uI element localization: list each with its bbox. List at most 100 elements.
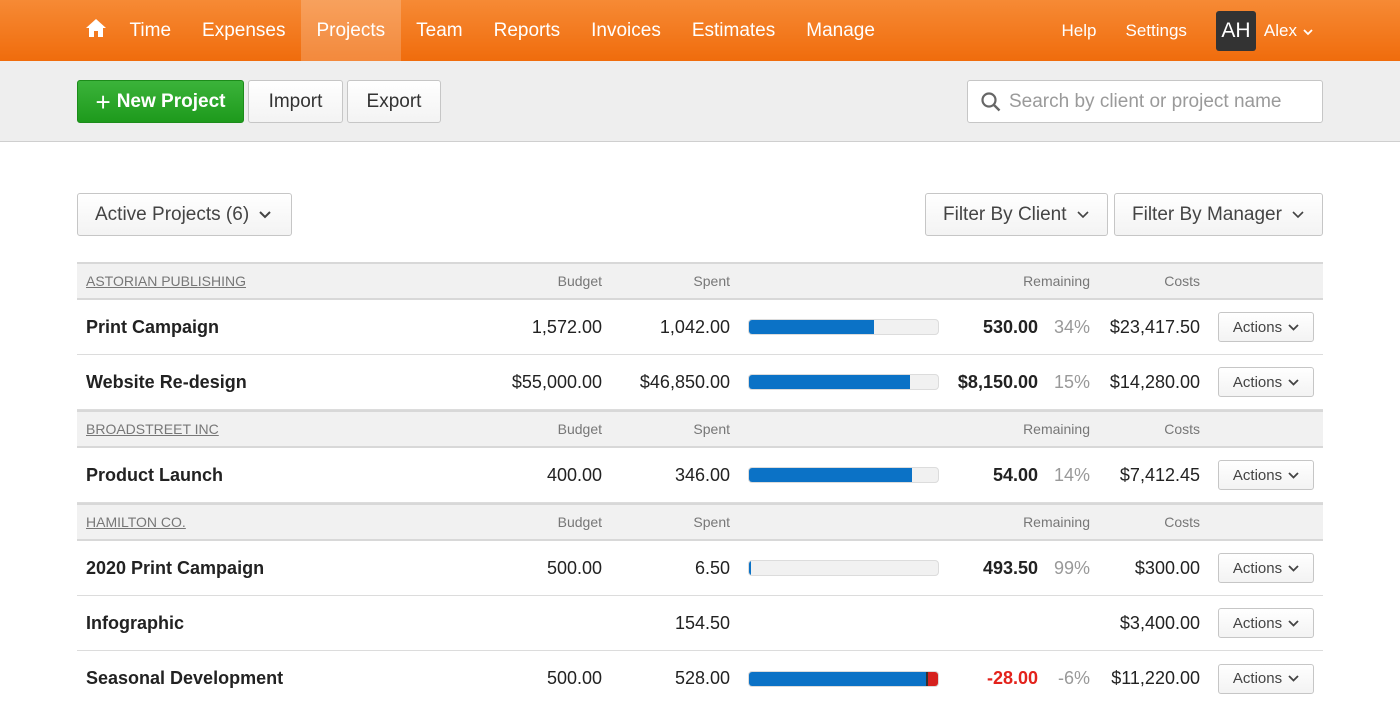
remaining-value: $8,150.00 [957,371,1038,392]
over-budget-fill [927,671,938,686]
project-row: Infographic 154.50 $3,400.00 Actions [77,596,1323,651]
client-link[interactable]: BROADSTREET INC [86,421,219,437]
settings-link[interactable]: Settings [1125,21,1186,41]
spent-column-header: Spent [693,273,730,289]
actions-dropdown[interactable]: Actions [1218,460,1314,490]
chevron-down-icon [1076,210,1089,219]
budget-column-header: Budget [557,514,602,530]
chevron-down-icon [1288,471,1299,479]
remaining-column-header: Remaining [1023,421,1090,437]
new-project-label: New Project [116,90,226,112]
remaining-percent: -6% [1057,668,1090,688]
actions-label: Actions [1232,373,1283,391]
export-button[interactable]: Export [347,80,441,123]
project-name[interactable]: Product Launch [86,465,223,486]
budget-progress-bar [748,560,939,576]
spent-value: 346.00 [674,464,730,485]
filter-by-manager-label: Filter By Manager [1132,203,1282,225]
filter-by-client-dropdown[interactable]: Filter By Client [925,193,1108,236]
budget-progress-bar [748,319,939,335]
actions-label: Actions [1232,318,1283,336]
remaining-column-header: Remaining [1023,273,1090,289]
budget-column-header: Budget [557,273,602,289]
budget-marker [926,671,929,686]
budget-progress-bar [748,670,939,687]
user-menu[interactable]: Alex [1264,21,1313,41]
import-button[interactable]: Import [248,80,343,123]
project-name[interactable]: Seasonal Development [86,668,283,689]
search-input[interactable] [1009,90,1299,113]
project-row: Product Launch 400.00 346.00 54.00 14% $7,412… [77,448,1323,503]
client-link[interactable]: HAMILTON CO. [86,514,186,530]
budget-value: 500.00 [546,668,602,688]
main-nav: Time Expenses Projects Team Reports Invoices E… [78,0,890,61]
progress-bar-fill [749,375,910,389]
avatar[interactable]: AH [1215,10,1256,51]
remaining-percent: 15% [1053,371,1090,392]
costs-column-header: Costs [1164,273,1200,289]
top-navigation: Time Expenses Projects Team Reports Invoices E… [0,0,1400,61]
costs-value: $7,412.45 [1119,464,1200,485]
actions-dropdown[interactable]: Actions [1218,367,1314,397]
costs-value: $3,400.00 [1119,612,1200,633]
progress-bar-fill [749,320,874,334]
spent-value: 154.50 [674,612,730,633]
spent-value: $46,850.00 [639,371,730,392]
actions-dropdown[interactable]: Actions [1218,608,1314,638]
client-group-header: HAMILTON CO. Budget Spent Remaining Costs [77,503,1323,541]
chevron-down-icon [1288,323,1299,331]
user-nav: Help Settings AH Alex [1062,0,1400,61]
nav-item-manage[interactable]: Manage [791,0,891,61]
projects-table: ASTORIAN PUBLISHING Budget Spent Remaining C… [77,262,1323,706]
nav-item-estimates[interactable]: Estimates [676,0,790,61]
nav-item-expenses[interactable]: Expenses [187,0,301,61]
new-project-button[interactable]: + New Project [77,80,244,123]
actions-dropdown[interactable]: Actions [1218,312,1314,342]
nav-item-team[interactable]: Team [401,0,478,61]
actions-label: Actions [1232,559,1283,577]
nav-item-reports[interactable]: Reports [478,0,576,61]
active-projects-label: Active Projects (6) [95,203,250,225]
progress-bar-fill [749,671,928,686]
filter-by-manager-dropdown[interactable]: Filter By Manager [1114,193,1323,236]
nav-item-time[interactable]: Time [114,0,187,61]
project-name[interactable]: 2020 Print Campaign [86,558,264,579]
nav-item-projects[interactable]: Projects [300,0,401,61]
project-row: Website Re-design $55,000.00 $46,850.00 $8,… [77,355,1323,410]
remaining-value: 493.50 [982,557,1038,578]
project-name[interactable]: Print Campaign [86,317,219,338]
costs-value: $11,220.00 [1111,668,1200,688]
actions-label: Actions [1232,670,1283,687]
toolbar: + New Project Import Export [0,61,1400,142]
actions-dropdown[interactable]: Actions [1218,663,1314,694]
filter-by-client-label: Filter By Client [943,203,1067,225]
active-projects-dropdown[interactable]: Active Projects (6) [77,193,292,236]
spent-value: 1,042.00 [659,316,730,337]
chevron-down-icon [1288,619,1299,627]
nav-item-invoices[interactable]: Invoices [576,0,677,61]
budget-value: 1,572.00 [531,316,602,337]
client-group-header: ASTORIAN PUBLISHING Budget Spent Remaining C… [77,262,1323,300]
chevron-down-icon [1288,378,1299,386]
search-box [967,80,1323,123]
spent-value: 6.50 [694,557,730,578]
client-link[interactable]: ASTORIAN PUBLISHING [86,273,246,289]
costs-column-header: Costs [1164,421,1200,437]
budget-progress-bar [748,374,939,390]
plus-icon: + [95,86,111,117]
actions-dropdown[interactable]: Actions [1218,553,1314,583]
remaining-column-header: Remaining [1023,514,1090,530]
actions-label: Actions [1232,614,1283,632]
project-name[interactable]: Infographic [86,613,184,634]
home-icon [86,19,106,42]
progress-bar-fill [749,561,752,575]
project-name[interactable]: Website Re-design [86,372,247,393]
remaining-percent: 34% [1053,316,1090,337]
costs-column-header: Costs [1164,514,1200,530]
help-link[interactable]: Help [1062,21,1097,41]
project-row: 2020 Print Campaign 500.00 6.50 493.50 99% $3… [77,541,1323,596]
chevron-down-icon [1303,21,1313,41]
remaining-percent: 14% [1053,464,1090,485]
chevron-down-icon [1292,210,1304,219]
nav-home[interactable] [78,0,114,61]
